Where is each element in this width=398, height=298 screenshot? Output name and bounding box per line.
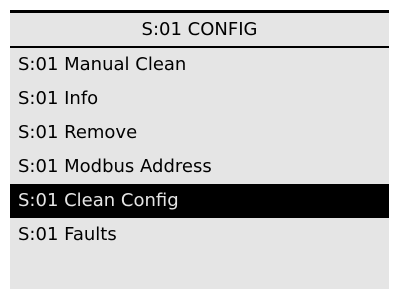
menu-item-modbus-address[interactable]: S:01 Modbus Address — [10, 150, 389, 184]
page-title: S:01 CONFIG — [141, 19, 258, 40]
menu-item-info[interactable]: S:01 Info — [10, 82, 389, 116]
lcd-screen: S:01 CONFIG S:01 Manual Clean S:01 Info … — [10, 10, 389, 289]
menu-item-remove[interactable]: S:01 Remove — [10, 116, 389, 150]
menu-item-clean-config[interactable]: S:01 Clean Config — [10, 184, 389, 218]
menu-item-manual-clean[interactable]: S:01 Manual Clean — [10, 48, 389, 82]
menu-item-faults[interactable]: S:01 Faults — [10, 218, 389, 252]
screen-header: S:01 CONFIG — [10, 13, 389, 48]
config-menu: S:01 Manual Clean S:01 Info S:01 Remove … — [10, 48, 389, 252]
